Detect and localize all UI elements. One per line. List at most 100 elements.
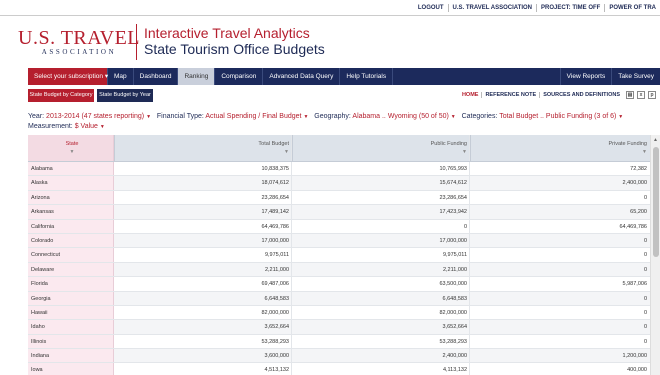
project-link[interactable]: PROJECT: TIME OFF	[535, 3, 604, 12]
sort-icon[interactable]: ▼	[471, 149, 647, 155]
cell-public-funding: 2,400,000	[292, 349, 470, 363]
financial-type-label: Financial Type:	[156, 113, 204, 120]
cell-state[interactable]: Arkansas	[28, 205, 114, 219]
pdf-icon[interactable]: p	[648, 91, 656, 99]
logo-line2: ASSOCIATION	[41, 47, 117, 56]
cell-state[interactable]: Indiana	[28, 349, 114, 363]
measurement-label: Measurement:	[28, 123, 73, 130]
chevron-down-icon[interactable]: ▼	[100, 124, 105, 130]
cell-total-budget: 17,000,000	[114, 233, 292, 248]
cell-state[interactable]: Colorado	[28, 233, 114, 248]
nav-ranking[interactable]: Ranking	[178, 68, 216, 85]
year-dropdown[interactable]: 2013-2014 (47 states reporting)	[46, 113, 144, 120]
cell-public-funding: 63,500,000	[292, 277, 470, 291]
col-total-budget[interactable]: Total Budget ▼	[114, 135, 292, 161]
logout-link[interactable]: LOGOUT	[414, 4, 448, 12]
app-title: Interactive Travel Analytics	[144, 25, 310, 41]
header-titles: Interactive Travel Analytics State Touri…	[144, 26, 325, 58]
cell-state[interactable]: Alaska	[28, 176, 114, 190]
table-row: Illinois 53,288,293 53,288,293 0	[28, 334, 650, 350]
nav-comparison[interactable]: Comparison	[215, 68, 264, 85]
excel-icon[interactable]: x	[637, 91, 645, 99]
col-state-label: State	[65, 141, 79, 147]
col-state[interactable]: State ▼	[28, 135, 114, 161]
scroll-thumb[interactable]	[653, 147, 659, 257]
cell-public-funding: 82,000,000	[292, 305, 470, 320]
cell-private-funding: 0	[643, 266, 647, 273]
chevron-down-icon[interactable]: ▼	[451, 114, 456, 120]
chevron-down-icon[interactable]: ▼	[303, 114, 308, 120]
sources-definitions-link[interactable]: SOURCES AND DEFINITIONS	[539, 92, 623, 98]
cell-state[interactable]: California	[28, 219, 114, 233]
cell-private-funding: 5,987,006	[622, 281, 647, 288]
org-link[interactable]: U.S. TRAVEL ASSOCIATION	[447, 3, 536, 12]
filter-bar: Year: 2013-2014 (47 states reporting) ▼ …	[28, 112, 660, 132]
categories-dropdown[interactable]: Total Budget .. Public Funding (3 of 6)	[499, 113, 616, 120]
chevron-down-icon[interactable]: ▼	[618, 114, 623, 120]
cell-state[interactable]: Georgia	[28, 291, 114, 305]
cell-total-budget: 23,286,654	[114, 190, 292, 205]
cell-private-funding: 72,382	[630, 166, 647, 172]
table-scrollbar[interactable]: ▲	[650, 135, 660, 375]
cell-total-budget: 3,600,000	[114, 349, 292, 363]
cell-private-funding: 1,200,000	[622, 353, 647, 360]
nav-view-reports[interactable]: View Reports	[559, 68, 612, 85]
budget-by-year-button[interactable]: State Budget by Year	[97, 89, 153, 102]
cell-private-funding: 0	[643, 338, 647, 345]
col-public-funding[interactable]: Public Funding ▼	[292, 135, 470, 161]
cell-public-funding: 2,211,000	[292, 262, 470, 277]
cell-private-funding: 0	[643, 252, 647, 259]
cell-total-budget: 10,838,375	[114, 162, 292, 176]
cell-state[interactable]: Delaware	[28, 262, 114, 277]
budget-by-category-button[interactable]: State Budget by Category	[28, 89, 94, 102]
cell-state[interactable]: Florida	[28, 277, 114, 291]
table-row: Alaska 18,074,612 15,674,612 2,400,000	[28, 176, 650, 191]
table-row: Alabama 10,838,375 10,765,993 72,382	[28, 162, 650, 177]
utility-bar: LOGOUT U.S. TRAVEL ASSOCIATION PROJECT: …	[0, 0, 660, 16]
nav-help-tutorials[interactable]: Help Tutorials	[340, 68, 394, 85]
table-header: State ▼ Total Budget ▼ Public Funding ▼ Pri…	[28, 135, 650, 162]
sort-icon[interactable]: ▼	[293, 149, 467, 155]
measurement-dropdown[interactable]: $ Value	[75, 123, 98, 130]
scroll-up-icon[interactable]: ▲	[651, 135, 660, 145]
home-link[interactable]: HOME	[459, 92, 482, 98]
nav-advanced-query[interactable]: Advanced Data Query	[263, 68, 341, 85]
reference-note-link[interactable]: REFERENCE NOTE	[481, 92, 539, 98]
nav-dashboard[interactable]: Dashboard	[134, 68, 179, 85]
col-public-funding-label: Public Funding	[430, 141, 467, 147]
sort-icon[interactable]: ▼	[115, 149, 289, 155]
cell-state[interactable]: Connecticut	[28, 248, 114, 262]
sort-icon[interactable]: ▼	[31, 149, 113, 155]
cell-state[interactable]: Illinois	[28, 334, 114, 349]
nav-take-survey[interactable]: Take Survey	[611, 68, 660, 85]
cell-total-budget: 4,513,132	[114, 363, 292, 375]
table-row: Florida 69,487,006 63,500,000 5,987,006	[28, 277, 650, 292]
table-row: Idaho 3,652,664 3,652,664 0	[28, 320, 650, 335]
nav-map[interactable]: Map	[108, 68, 134, 85]
print-icon[interactable]: ▤	[626, 91, 634, 99]
table-row: Hawaii 82,000,000 82,000,000 0	[28, 305, 650, 321]
col-private-funding[interactable]: Private Funding ▼	[470, 135, 650, 161]
logo[interactable]: U.S. TRAVEL ASSOCIATION	[18, 28, 140, 57]
subscription-select[interactable]: Select your subscription ▾	[28, 68, 108, 85]
cell-public-funding: 4,113,132	[292, 363, 470, 375]
cell-public-funding: 15,674,612	[292, 176, 470, 190]
cell-state[interactable]: Arizona	[28, 190, 114, 205]
subscription-label: Select your subscription	[34, 73, 104, 80]
cell-state[interactable]: Idaho	[28, 320, 114, 334]
geography-dropdown[interactable]: Alabama .. Wyoming (50 of 50)	[352, 113, 448, 120]
cell-private-funding: 65,200	[630, 209, 647, 216]
power-link[interactable]: POWER OF TRA	[604, 3, 660, 12]
cell-state[interactable]: Iowa	[28, 363, 114, 375]
cell-public-funding: 17,423,942	[292, 205, 470, 219]
cell-total-budget: 17,489,142	[114, 205, 292, 219]
cell-state[interactable]: Hawaii	[28, 305, 114, 320]
financial-type-dropdown[interactable]: Actual Spending / Final Budget	[205, 113, 301, 120]
cell-state[interactable]: Alabama	[28, 162, 114, 176]
table-row: California 64,469,786 0 64,469,786	[28, 219, 650, 234]
page-title: State Tourism Office Budgets	[144, 41, 325, 57]
cell-public-funding: 0	[292, 219, 470, 233]
filter-line-2: Measurement: $ Value ▼	[28, 122, 660, 132]
chevron-down-icon[interactable]: ▼	[146, 114, 151, 120]
